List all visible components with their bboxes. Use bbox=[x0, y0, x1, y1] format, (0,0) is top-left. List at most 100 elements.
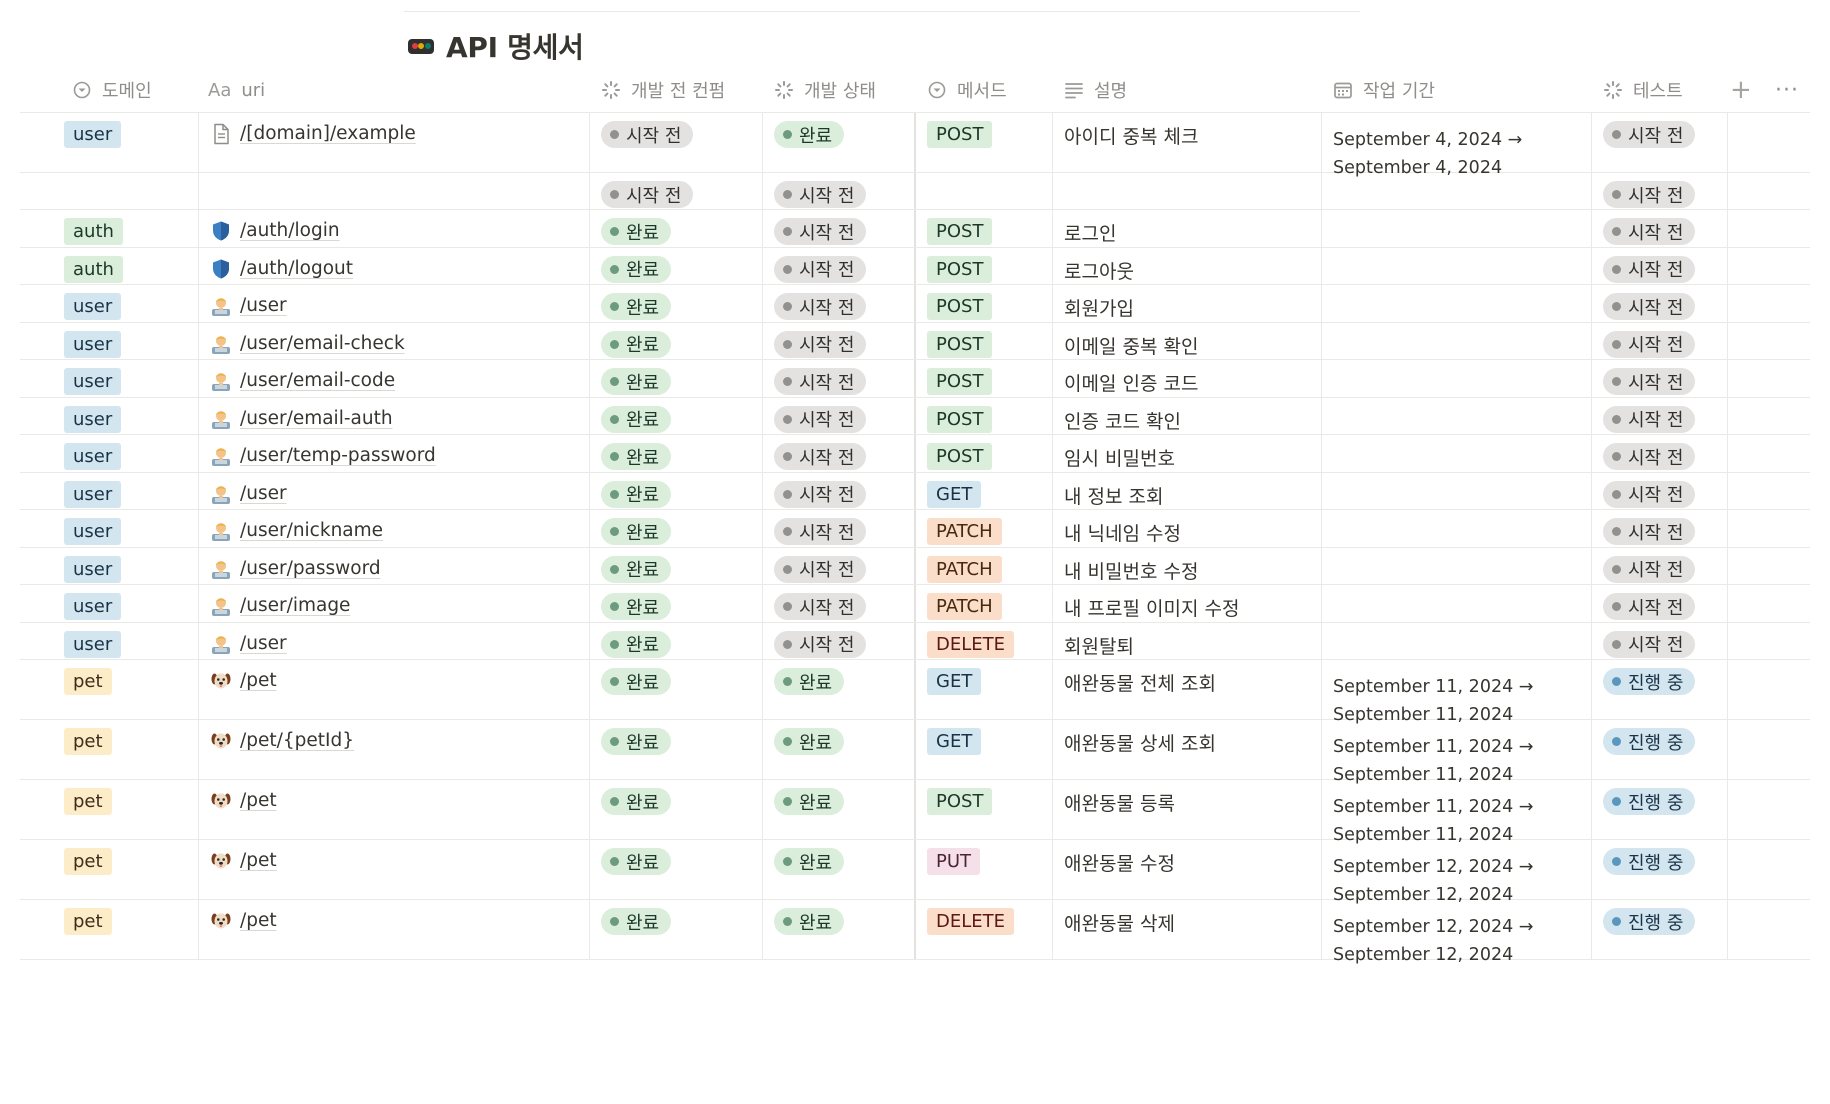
cell-dev-status[interactable]: 시작 전 bbox=[763, 547, 916, 584]
cell-domain[interactable]: auth bbox=[20, 247, 199, 284]
cell-period[interactable] bbox=[1322, 360, 1592, 397]
table-row[interactable]: user/user/email-auth 완료 시작 전 POST 인증 코드 확인 시작… bbox=[20, 397, 1810, 435]
cell-uri[interactable]: /auth/login bbox=[199, 210, 590, 247]
cell-description[interactable]: 아이디 중복 체크 bbox=[1053, 113, 1322, 172]
cell-dev-status[interactable]: 완료 bbox=[763, 660, 916, 719]
column-header-uri[interactable]: Aa uri bbox=[208, 68, 265, 112]
cell-description[interactable]: 내 비밀번호 수정 bbox=[1053, 547, 1322, 584]
cell-dev-status[interactable]: 시작 전 bbox=[763, 247, 916, 284]
cell-uri[interactable]: /user/email-code bbox=[199, 360, 590, 397]
cell-period[interactable] bbox=[1322, 210, 1592, 247]
cell-dev-status[interactable]: 완료 bbox=[763, 900, 916, 959]
cell-description[interactable]: 회원탈퇴 bbox=[1053, 622, 1322, 659]
cell-test[interactable]: 시작 전 bbox=[1592, 622, 1728, 659]
cell-method[interactable]: PATCH bbox=[916, 585, 1053, 622]
cell-period[interactable]: September 4, 2024 → September 4, 2024 bbox=[1322, 113, 1592, 178]
cell-dev-status[interactable]: 시작 전 bbox=[763, 472, 916, 509]
cell-period[interactable] bbox=[1322, 472, 1592, 509]
cell-pre-confirm[interactable]: 완료 bbox=[590, 660, 763, 719]
cell-description[interactable]: 애완동물 등록 bbox=[1053, 780, 1322, 839]
cell-method[interactable]: POST bbox=[916, 322, 1053, 359]
cell-test[interactable]: 진행 중 bbox=[1592, 780, 1728, 839]
cell-description[interactable]: 애완동물 수정 bbox=[1053, 840, 1322, 899]
cell-uri[interactable]: /user/nickname bbox=[199, 510, 590, 547]
cell-period[interactable]: September 12, 2024 → September 12, 2024 bbox=[1322, 900, 1592, 965]
cell-test[interactable]: 시작 전 bbox=[1592, 173, 1728, 209]
cell-domain[interactable]: pet bbox=[20, 660, 199, 719]
cell-domain[interactable]: pet bbox=[20, 720, 199, 779]
cell-description[interactable]: 애완동물 삭제 bbox=[1053, 900, 1322, 959]
cell-uri[interactable]: /user/email-check bbox=[199, 322, 590, 359]
cell-uri[interactable]: /user/password bbox=[199, 547, 590, 584]
cell-dev-status[interactable]: 시작 전 bbox=[763, 622, 916, 659]
cell-domain[interactable]: pet bbox=[20, 900, 199, 959]
cell-domain[interactable]: user bbox=[20, 622, 199, 659]
uri-link[interactable]: /pet bbox=[240, 670, 277, 691]
cell-uri[interactable]: /user bbox=[199, 622, 590, 659]
cell-test[interactable]: 시작 전 bbox=[1592, 113, 1728, 172]
cell-dev-status[interactable]: 시작 전 bbox=[763, 585, 916, 622]
cell-domain[interactable]: user bbox=[20, 285, 199, 322]
cell-description[interactable]: 로그인 bbox=[1053, 210, 1322, 247]
cell-method[interactable]: PATCH bbox=[916, 510, 1053, 547]
column-header-period[interactable]: 작업 기간 bbox=[1333, 68, 1435, 112]
column-header-dev-status[interactable]: 개발 상태 bbox=[774, 68, 876, 112]
more-options-button[interactable]: ··· bbox=[1775, 68, 1799, 112]
cell-description[interactable]: 회원가입 bbox=[1053, 285, 1322, 322]
cell-domain[interactable]: user bbox=[20, 472, 199, 509]
cell-test[interactable]: 시작 전 bbox=[1592, 472, 1728, 509]
cell-domain[interactable]: user bbox=[20, 360, 199, 397]
cell-description[interactable]: 애완동물 전체 조회 bbox=[1053, 660, 1322, 719]
table-row[interactable]: pet/pet 완료 완료 POST 애완동물 등록 September 11, 2024… bbox=[20, 780, 1810, 845]
cell-test[interactable]: 시작 전 bbox=[1592, 547, 1728, 584]
cell-description[interactable]: 내 닉네임 수정 bbox=[1053, 510, 1322, 547]
uri-link[interactable]: /user/temp-password bbox=[240, 445, 436, 466]
cell-uri[interactable]: /pet/{petId} bbox=[199, 720, 590, 779]
cell-method[interactable]: POST bbox=[916, 247, 1053, 284]
cell-pre-confirm[interactable]: 완료 bbox=[590, 210, 763, 247]
cell-method[interactable]: DELETE bbox=[916, 622, 1053, 659]
table-row[interactable]: pet/pet 완료 완료 GET 애완동물 전체 조회 September 11, 20… bbox=[20, 660, 1810, 725]
column-header-desc[interactable]: 설명 bbox=[1064, 68, 1127, 112]
cell-test[interactable]: 진행 중 bbox=[1592, 840, 1728, 899]
cell-method[interactable]: PUT bbox=[916, 840, 1053, 899]
cell-description[interactable]: 이메일 중복 확인 bbox=[1053, 322, 1322, 359]
cell-test[interactable]: 시작 전 bbox=[1592, 510, 1728, 547]
cell-dev-status[interactable]: 시작 전 bbox=[763, 360, 916, 397]
table-row[interactable]: user/user/temp-password 완료 시작 전 POST 임시 비밀번호… bbox=[20, 435, 1810, 473]
cell-uri[interactable]: /auth/logout bbox=[199, 247, 590, 284]
cell-test[interactable]: 진행 중 bbox=[1592, 660, 1728, 719]
uri-link[interactable]: /[domain]/example bbox=[240, 123, 416, 144]
cell-domain[interactable]: user bbox=[20, 322, 199, 359]
table-row[interactable]: user /[domain]/example 시작 전 완료 POST 아이디 중복 체크… bbox=[20, 113, 1810, 178]
cell-pre-confirm[interactable]: 완료 bbox=[590, 247, 763, 284]
cell-dev-status[interactable]: 완료 bbox=[763, 113, 916, 172]
table-row[interactable]: user/user/email-check 완료 시작 전 POST 이메일 중복 확인… bbox=[20, 322, 1810, 360]
cell-domain[interactable]: pet bbox=[20, 840, 199, 899]
cell-method[interactable]: POST bbox=[916, 360, 1053, 397]
cell-domain[interactable]: user bbox=[20, 510, 199, 547]
cell-dev-status[interactable]: 시작 전 bbox=[763, 210, 916, 247]
table-row[interactable]: user/user/email-code 완료 시작 전 POST 이메일 인증 코드 시… bbox=[20, 360, 1810, 398]
cell-uri[interactable]: /[domain]/example bbox=[199, 113, 590, 172]
table-row[interactable]: auth/auth/logout 완료 시작 전 POST 로그아웃 시작 전 bbox=[20, 247, 1810, 285]
cell-description[interactable]: 로그아웃 bbox=[1053, 247, 1322, 284]
cell-test[interactable]: 진행 중 bbox=[1592, 720, 1728, 779]
cell-pre-confirm[interactable]: 완료 bbox=[590, 397, 763, 434]
uri-link[interactable]: /pet bbox=[240, 850, 277, 871]
cell-pre-confirm[interactable]: 완료 bbox=[590, 435, 763, 472]
cell-test[interactable]: 시작 전 bbox=[1592, 210, 1728, 247]
cell-uri[interactable]: /pet bbox=[199, 900, 590, 959]
cell-pre-confirm[interactable]: 완료 bbox=[590, 622, 763, 659]
cell-method[interactable]: PATCH bbox=[916, 547, 1053, 584]
column-header-method[interactable]: 메서드 bbox=[927, 68, 1007, 112]
cell-uri[interactable]: /user/email-auth bbox=[199, 397, 590, 434]
uri-link[interactable]: /user bbox=[240, 295, 287, 316]
cell-pre-confirm[interactable]: 완료 bbox=[590, 780, 763, 839]
cell-pre-confirm[interactable]: 완료 bbox=[590, 585, 763, 622]
table-row[interactable]: user/user/password 완료 시작 전 PATCH 내 비밀번호 수정 시작… bbox=[20, 547, 1810, 585]
table-row[interactable]: pet/pet/{petId} 완료 완료 GET 애완동물 상세 조회 Septembe… bbox=[20, 720, 1810, 785]
add-column-button[interactable]: + bbox=[1730, 68, 1752, 112]
column-header-test[interactable]: 테스트 bbox=[1603, 68, 1683, 112]
cell-method[interactable]: GET bbox=[916, 720, 1053, 779]
